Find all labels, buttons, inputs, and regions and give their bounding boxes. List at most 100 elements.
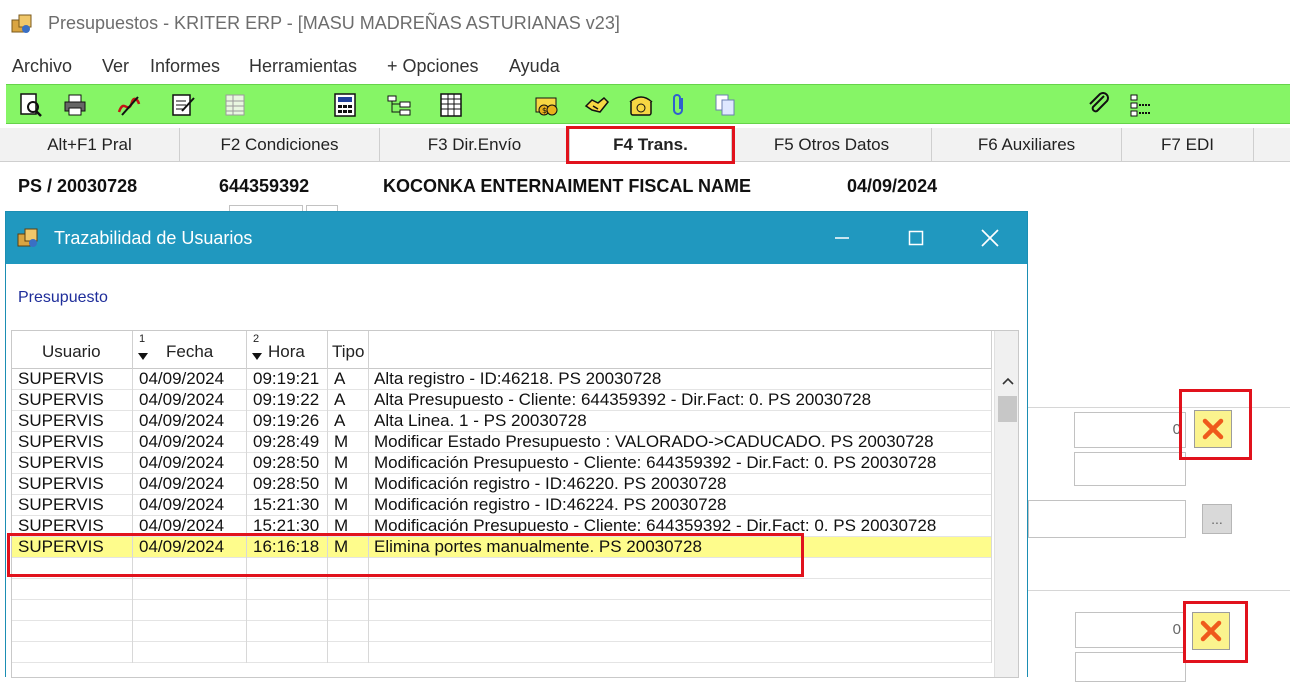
cell-tipo: M [328,432,369,453]
delete-freight-button-1[interactable] [1194,410,1232,448]
menu-archivo[interactable]: Archivo [12,56,72,77]
tab-transporte[interactable]: F4 Trans. [570,128,732,161]
minimize-button[interactable] [812,212,872,264]
edit-form-icon[interactable] [170,92,196,118]
cell-tipo: A [328,390,369,411]
calculator-icon[interactable] [332,92,358,118]
table-row[interactable]: SUPERVIS 04/09/2024 09:19:26 A Alta Linea. 1… [12,411,992,432]
table-row[interactable]: SUPERVIS 04/09/2024 15:21:30 M Modificación … [12,516,992,537]
chevron-up-icon [1001,377,1014,385]
tab-dir-envio[interactable]: F3 Dir.Envío [380,128,570,161]
table-row[interactable]: SUPERVIS 04/09/2024 09:28:50 M Modificación … [12,453,992,474]
tab-condiciones[interactable]: F2 Condiciones [180,128,380,161]
cell-tipo: A [328,369,369,390]
tab-otros-datos[interactable]: F5 Otros Datos [732,128,932,161]
signature-icon[interactable] [116,92,142,118]
menu-ayuda[interactable]: Ayuda [509,56,560,77]
menu-ver[interactable]: Ver [102,56,129,77]
close-button[interactable] [960,212,1020,264]
maximize-button[interactable] [886,212,946,264]
coins-icon[interactable]: $ [534,92,560,118]
table-row[interactable]: SUPERVIS 04/09/2024 09:19:21 A Alta registro… [12,369,992,390]
client-code: 644359392 [219,176,310,196]
cell-fecha [133,621,247,642]
preview-icon[interactable] [18,92,44,118]
empty-table-row[interactable] [12,642,992,663]
column-header-tipo[interactable]: Tipo [328,331,369,369]
cell-hora [247,621,328,642]
main-titlebar: Presupuestos - KRITER ERP - [MASU MADREÑ… [0,0,1290,50]
menu-herramientas[interactable]: Herramientas [249,56,357,77]
cell-fecha [133,558,247,579]
empty-table-row[interactable] [12,621,992,642]
cell-fecha: 04/09/2024 [133,474,247,495]
cell-hora: 15:21:30 [247,495,328,516]
spreadsheet-icon[interactable] [438,92,464,118]
sort-order-number: 2 [253,333,260,345]
sort-order-number: 1 [139,333,146,345]
client-name: KOCONKA ENTERNAIMENT FISCAL NAME [383,176,751,196]
cell-usuario: SUPERVIS [12,474,133,495]
grid-icon[interactable] [222,92,248,118]
table-row[interactable]: SUPERVIS 04/09/2024 09:28:50 M Modificación … [12,474,992,495]
empty-table-row[interactable] [12,558,992,579]
table-row[interactable]: SUPERVIS 04/09/2024 16:16:18 M Elimina porte… [12,537,992,558]
column-header-usuario[interactable]: Usuario [12,331,133,369]
toolbar: $ [6,84,1290,124]
cell-fecha [133,579,247,600]
cell-fecha: 04/09/2024 [133,516,247,537]
vertical-scrollbar[interactable] [994,369,1018,677]
cell-usuario [12,558,133,579]
tree-icon[interactable] [386,92,412,118]
ellipsis-button[interactable]: ... [1202,504,1232,534]
cell-tipo: M [328,474,369,495]
list-icon[interactable] [1128,92,1154,118]
scroll-thumb[interactable] [998,396,1017,422]
cell-usuario: SUPERVIS [12,516,133,537]
tab-edi[interactable]: F7 EDI [1122,128,1254,161]
tab-principal[interactable]: Alt+F1 Pral [0,128,180,161]
cell-usuario: SUPERVIS [12,432,133,453]
cell-hora: 16:16:18 [247,537,328,558]
column-header-descripcion[interactable] [369,331,992,369]
tab-auxiliares[interactable]: F6 Auxiliares [932,128,1122,161]
paperclip-icon[interactable] [666,92,692,118]
bg-amount-field-2[interactable]: 0 [1075,612,1186,648]
cell-fecha: 04/09/2024 [133,432,247,453]
handshake-icon[interactable] [584,92,610,118]
cell-fecha: 04/09/2024 [133,390,247,411]
cell-hora [247,579,328,600]
cell-hora [247,600,328,621]
cell-desc: Alta registro - ID:46218. PS 20030728 [369,369,992,390]
cell-fecha: 04/09/2024 [133,537,247,558]
phone-icon[interactable] [628,92,654,118]
bg-field-3[interactable] [1028,500,1186,538]
empty-table-row[interactable] [12,600,992,621]
table-row[interactable]: SUPERVIS 04/09/2024 09:28:49 M Modificar Est… [12,432,992,453]
scroll-up-button[interactable] [995,369,1018,393]
print-icon[interactable] [62,92,88,118]
sort-desc-icon [252,353,262,360]
bg-field-4[interactable] [1075,652,1186,682]
cell-usuario: SUPERVIS [12,369,133,390]
cell-usuario [12,621,133,642]
column-header-fecha[interactable]: 1 Fecha [133,331,247,369]
bg-amount-field-1[interactable]: 0 [1074,412,1186,448]
cell-hora: 09:19:21 [247,369,328,390]
menu-informes[interactable]: Informes [150,56,220,77]
cell-hora [247,642,328,663]
app-icon [11,14,32,33]
copy-icon[interactable] [712,92,738,118]
attachment-icon[interactable] [1086,92,1112,118]
delete-freight-button-2[interactable] [1192,612,1230,650]
bg-field-2[interactable] [1074,452,1186,486]
table-row[interactable]: SUPERVIS 04/09/2024 15:21:30 M Modificación … [12,495,992,516]
table-row[interactable]: SUPERVIS 04/09/2024 09:19:22 A Alta Presupue… [12,390,992,411]
empty-table-row[interactable] [12,579,992,600]
column-header-hora[interactable]: 2 Hora [247,331,328,369]
menu-opciones[interactable]: + Opciones [387,56,479,77]
traceability-grid: Usuario 1 Fecha 2 Hora Tipo SUPERVIS 04/0… [11,330,1019,678]
cell-tipo: A [328,411,369,432]
cell-usuario: SUPERVIS [12,537,133,558]
cell-usuario: SUPERVIS [12,495,133,516]
